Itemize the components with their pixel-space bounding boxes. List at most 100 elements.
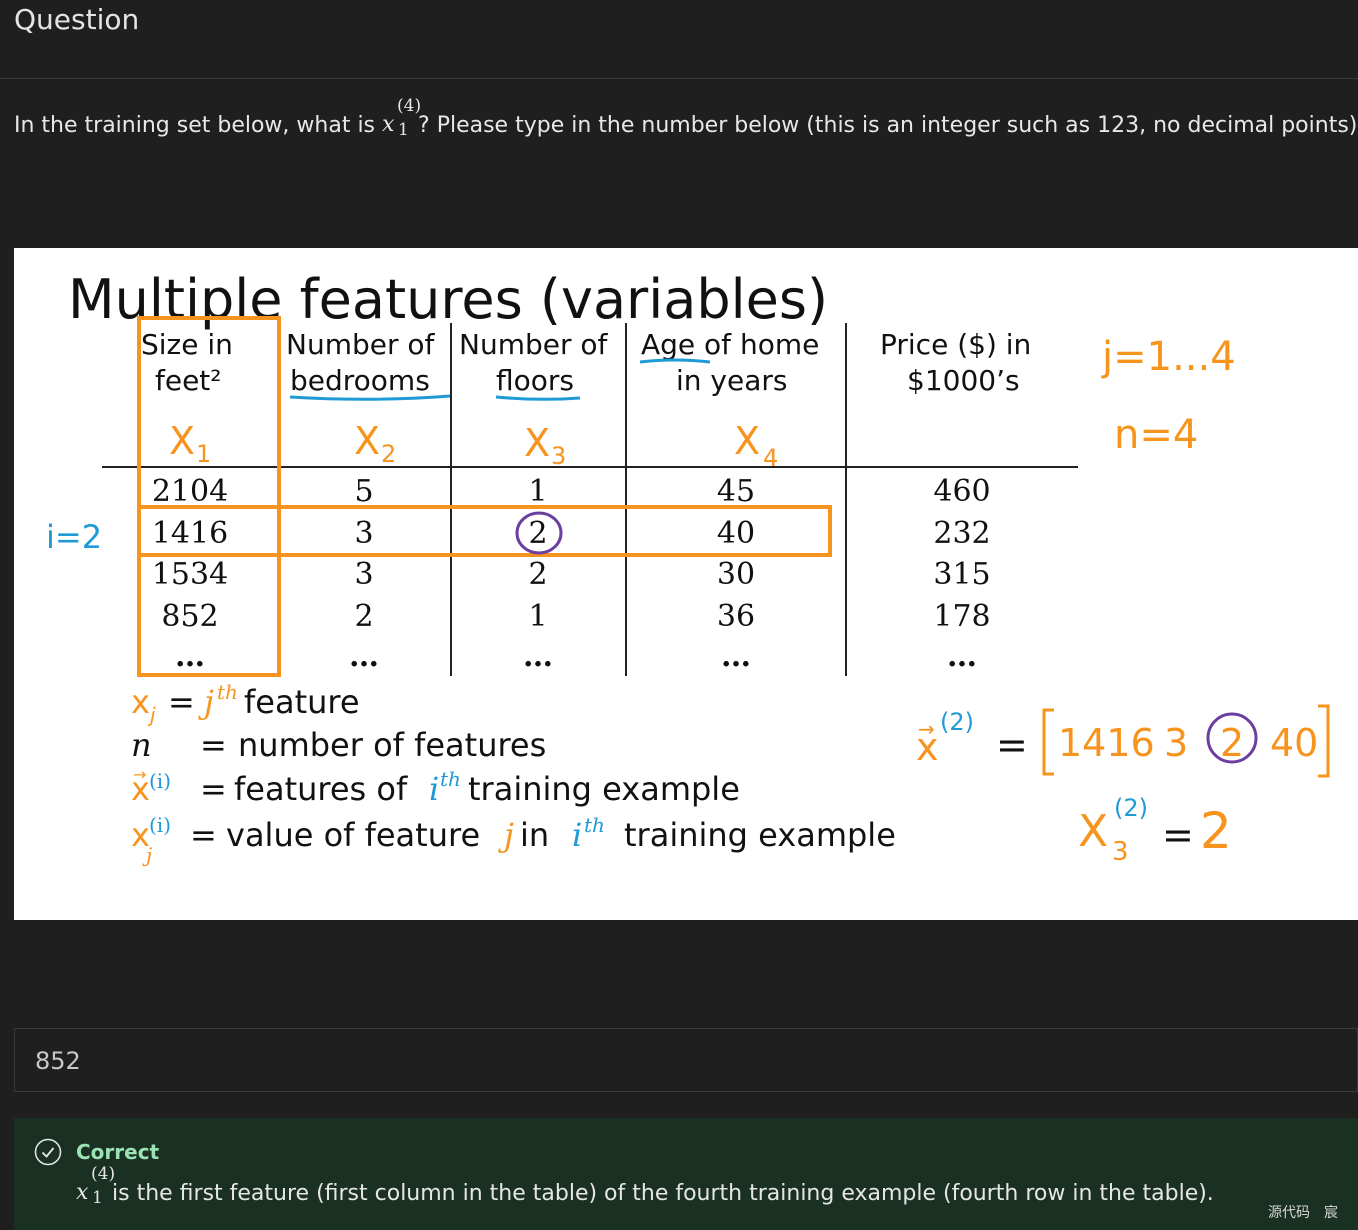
cell-r4-c4: 36 — [717, 599, 755, 634]
feedback-status: Correct — [76, 1140, 160, 1164]
cell-r4-c2: 2 — [354, 599, 373, 634]
cell-r2-c2: 3 — [354, 516, 373, 551]
vector-value-3: 2 — [1220, 721, 1244, 765]
vector-left-bracket — [1042, 708, 1054, 776]
col2-header-line2: bedrooms — [290, 364, 430, 397]
feedback-text: is the first feature (first column in th… — [112, 1181, 1214, 1206]
feedback-panel: Correct x (4) 1 is the first feature (first… — [14, 1118, 1358, 1230]
def3-text-b: training example — [468, 770, 740, 808]
cell-r1-c2: 5 — [354, 474, 373, 509]
var-x3-sub: 3 — [551, 442, 566, 470]
check-circle-icon — [34, 1138, 62, 1166]
cell-r5-c4: … — [721, 639, 751, 674]
feedback-math-sup: (4) — [91, 1164, 116, 1184]
def3-eq: = — [200, 770, 227, 808]
question-math: x (4) 1 — [382, 96, 421, 140]
def4-eq: = — [190, 816, 217, 854]
var-x4-letter: X — [734, 419, 760, 463]
slide-title: Multiple features (variables) — [68, 268, 828, 331]
col5-header-line1: Price ($) in — [880, 328, 1031, 361]
feedback-math: x (4) 1 — [76, 1164, 115, 1208]
def1-th: th — [217, 680, 238, 704]
vector-right-bracket — [1318, 704, 1330, 778]
def4-text-a: value of feature — [226, 816, 480, 854]
col1-header-line1: Size in — [141, 328, 233, 361]
lecture-slide-image: Multiple features (variables) Size in fe… — [14, 248, 1358, 920]
var-x2-sub: 2 — [381, 440, 396, 468]
cell-r2-c5: 232 — [933, 516, 990, 551]
floors-underline — [495, 395, 581, 401]
var-x3-letter: X — [524, 421, 550, 465]
cell-r5-c1: … — [175, 639, 205, 674]
cell-r4-c3: 1 — [528, 599, 547, 634]
var-x2-letter: X — [354, 419, 380, 463]
feedback-explanation: x (4) 1 is the first feature (first column … — [76, 1164, 1214, 1208]
feedback-math-sub: 1 — [92, 1188, 103, 1208]
element-value: 2 — [1200, 802, 1232, 860]
question-math-sub: 1 — [398, 120, 409, 140]
vector-symbol: x — [916, 725, 939, 769]
vector-eq: = — [996, 723, 1028, 767]
answer-box — [14, 1028, 1358, 1092]
question-math-sup: (4) — [397, 96, 422, 116]
cell-r1-c5: 460 — [933, 474, 990, 509]
question-prefix: In the training set below, what is — [14, 113, 376, 138]
def1-eq: = — [168, 683, 195, 721]
def4-i: i — [572, 816, 582, 854]
def2-text: number of features — [238, 726, 546, 764]
vector-sup: (2) — [940, 708, 974, 736]
def3-text-a: features of — [234, 770, 408, 808]
page-title: Question — [14, 3, 140, 36]
watermark-b: 宸 — [1324, 1205, 1338, 1221]
cell-r3-c3: 2 — [528, 557, 547, 592]
col1-header-line2: feet² — [155, 364, 222, 397]
cell-r5-c3: … — [523, 639, 553, 674]
cell-r2-c4: 40 — [717, 516, 755, 551]
watermark-a: 源代码 — [1268, 1205, 1310, 1221]
cell-r3-c4: 30 — [717, 557, 755, 592]
var-x1-sub: 1 — [196, 440, 211, 468]
question-text: In the training set below, what is x (4) 1… — [14, 96, 1358, 140]
def1-j: j — [198, 683, 214, 721]
col5-header-line2: $1000’s — [907, 364, 1020, 397]
def2-eq: = — [200, 726, 227, 764]
question-math-base: x — [382, 112, 395, 137]
feature-index-note: j=1...4 — [1101, 334, 1236, 380]
def3-symbol: x — [131, 770, 150, 808]
def3-i: i — [429, 770, 439, 808]
cell-r3-c5: 315 — [933, 557, 990, 592]
def4-text-b: training example — [624, 816, 896, 854]
cell-r4-c1: 852 — [161, 599, 218, 634]
cell-r1-c4: 45 — [717, 474, 755, 509]
question-suffix: ? Please type in the number below (this … — [418, 113, 1358, 138]
def3-th: th — [440, 767, 461, 791]
element-eq: = — [1162, 813, 1194, 857]
element-symbol: X — [1078, 806, 1108, 857]
cell-r3-c2: 3 — [354, 557, 373, 592]
col3-header-line2: floors — [496, 364, 574, 397]
element-sub: 3 — [1112, 837, 1129, 867]
cell-r1-c1: 2104 — [152, 474, 228, 509]
def1-text: feature — [244, 683, 360, 721]
def2-symbol: n — [131, 726, 152, 764]
cell-r3-c1: 1534 — [152, 557, 228, 592]
age-underline — [639, 358, 711, 364]
def4-sup: (i) — [149, 813, 171, 837]
cell-r2-c1: 1416 — [152, 516, 228, 551]
def1-symbol: x — [131, 683, 150, 721]
feedback-math-base: x — [76, 1180, 89, 1205]
vector-value-1: 1416 — [1058, 721, 1155, 765]
cell-r5-c5: … — [947, 639, 977, 674]
cell-r1-c3: 1 — [528, 474, 547, 509]
watermark: 源代码宸 — [1268, 1202, 1352, 1222]
element-sup: (2) — [1114, 794, 1148, 822]
row-index-annotation: i=2 — [46, 518, 102, 556]
question-header: Question — [0, 0, 1358, 79]
def4-th: th — [584, 813, 605, 837]
cell-r5-c2: … — [349, 639, 379, 674]
col4-header-line2: in years — [676, 364, 787, 397]
def4-text-mid: in — [520, 816, 549, 854]
col2-header-line1: Number of — [286, 328, 436, 361]
answer-input[interactable] — [33, 1043, 1337, 1079]
cell-r2-c3: 2 — [528, 516, 547, 551]
